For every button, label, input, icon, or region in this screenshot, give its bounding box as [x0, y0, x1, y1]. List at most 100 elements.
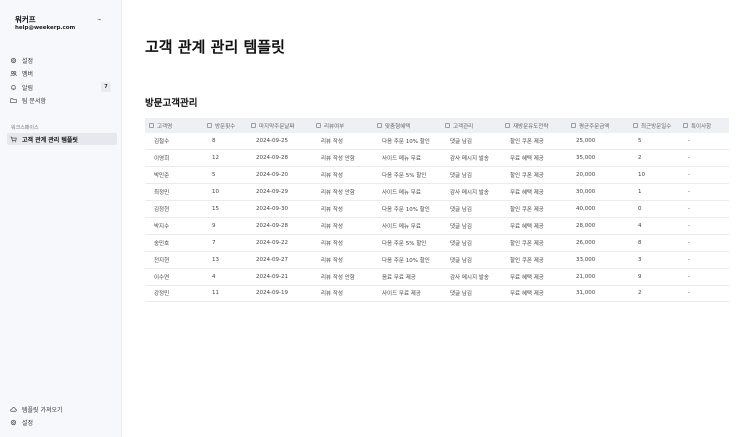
- table-cell[interactable]: 무료 혜택 제공: [501, 217, 567, 234]
- table-cell[interactable]: 리뷰 작성: [312, 251, 373, 268]
- table-cell[interactable]: 할인 쿠폰 제공: [501, 201, 567, 218]
- table-cell[interactable]: 리뷰 작성: [312, 201, 373, 218]
- table-cell[interactable]: 댓글 남김: [441, 201, 501, 218]
- sidebar-item-crm-template[interactable]: 고객 관계 관리 템플릿: [7, 133, 117, 145]
- sidebar-item-import-template[interactable]: 템플릿 가져오기: [10, 403, 114, 415]
- table-cell[interactable]: 할인 쿠폰 제공: [501, 234, 567, 251]
- table-cell[interactable]: 김철수: [145, 133, 203, 150]
- table-cell[interactable]: -: [679, 268, 729, 285]
- table-cell[interactable]: 2024-09-19: [247, 285, 312, 302]
- table-cell[interactable]: 다음 주문 5% 할인: [373, 167, 441, 184]
- table-cell[interactable]: -: [679, 184, 729, 201]
- table-cell[interactable]: 20,000: [567, 167, 629, 184]
- table-cell[interactable]: 송민호: [145, 234, 203, 251]
- table-cell[interactable]: 댓글 남김: [441, 234, 501, 251]
- table-row[interactable]: 김정현 15 2024-09-30 리뷰 작성 다음 주문 10% 할인 댓글 남김 할인 …: [145, 201, 729, 218]
- table-cell[interactable]: 5: [203, 167, 247, 184]
- table-cell[interactable]: 댓글 남김: [441, 133, 501, 150]
- table-cell[interactable]: 다음 주문 10% 할인: [373, 251, 441, 268]
- table-row[interactable]: 최정민 10 2024-09-29 리뷰 작성 안함 사이드 메뉴 무료 감사 메시지 발…: [145, 184, 729, 201]
- table-row[interactable]: 이영희 12 2024-09-28 리뷰 작성 안함 사이드 메뉴 무료 감사 메시지 발…: [145, 150, 729, 167]
- table-cell[interactable]: 2024-09-28: [247, 217, 312, 234]
- table-row[interactable]: 박민준 5 2024-09-20 리뷰 작성 다음 주문 5% 할인 댓글 남김 할인 쿠폰…: [145, 167, 729, 184]
- table-cell[interactable]: 이영희: [145, 150, 203, 167]
- table-cell[interactable]: 12: [203, 150, 247, 167]
- table-cell[interactable]: 다음 주문 10% 할인: [373, 133, 441, 150]
- column-header[interactable]: 방문횟수: [203, 118, 247, 133]
- table-cell[interactable]: 3: [629, 251, 679, 268]
- table-cell[interactable]: -: [679, 217, 729, 234]
- table-cell[interactable]: 리뷰 작성: [312, 133, 373, 150]
- table-cell[interactable]: 10: [629, 167, 679, 184]
- table-cell[interactable]: 2024-09-30: [247, 201, 312, 218]
- table-cell[interactable]: 40,000: [567, 201, 629, 218]
- table-cell[interactable]: 8: [629, 234, 679, 251]
- sidebar-item-bottom-settings[interactable]: 설정: [10, 416, 114, 428]
- table-cell[interactable]: 사이드 메뉴 무료: [373, 217, 441, 234]
- table-cell[interactable]: 35,000: [567, 150, 629, 167]
- sidebar-item-settings[interactable]: 설정: [10, 54, 114, 66]
- table-cell[interactable]: 무료 혜택 제공: [501, 268, 567, 285]
- table-cell[interactable]: 다음 주문 10% 할인: [373, 201, 441, 218]
- sidebar-item-notifications[interactable]: 알림 7: [10, 81, 114, 93]
- table-cell[interactable]: 15: [203, 201, 247, 218]
- table-cell[interactable]: 감사 메시지 발송: [441, 150, 501, 167]
- table-row[interactable]: 송민호 7 2024-09-22 리뷰 작성 다음 주문 5% 할인 댓글 남김 할인 쿠폰…: [145, 234, 729, 252]
- column-header[interactable]: 고객관리: [441, 118, 501, 133]
- column-header[interactable]: 특이사항: [679, 118, 729, 133]
- table-cell[interactable]: 할인 쿠폰 제공: [501, 133, 567, 150]
- table-cell[interactable]: 1: [629, 184, 679, 201]
- column-header[interactable]: 리뷰여부: [312, 118, 373, 133]
- table-cell[interactable]: -: [679, 201, 729, 218]
- table-cell[interactable]: 이수연: [145, 268, 203, 285]
- table-cell[interactable]: 강정민: [145, 285, 203, 302]
- table-cell[interactable]: 사이드 메뉴 무료: [373, 184, 441, 201]
- table-cell[interactable]: 26,000: [567, 234, 629, 251]
- table-cell[interactable]: 11: [203, 285, 247, 302]
- table-cell[interactable]: 9: [203, 217, 247, 234]
- table-cell[interactable]: 무료 혜택 제공: [501, 184, 567, 201]
- table-cell[interactable]: 할인 쿠폰 제공: [501, 251, 567, 268]
- table-cell[interactable]: 2024-09-25: [247, 133, 312, 150]
- table-row[interactable]: 이수연 4 2024-09-21 리뷰 작성 안함 음료 무료 제공 감사 메시지 발송 무…: [145, 268, 729, 286]
- table-cell[interactable]: -: [679, 251, 729, 268]
- table-cell[interactable]: 사이드 무료 제공: [373, 285, 441, 302]
- more-options-icon[interactable]: ···: [97, 16, 102, 24]
- table-cell[interactable]: 2: [629, 150, 679, 167]
- sidebar-item-team-docs[interactable]: 팀 문서함: [10, 95, 114, 107]
- table-cell[interactable]: 댓글 남김: [441, 167, 501, 184]
- table-cell[interactable]: 사이드 메뉴 무료: [373, 150, 441, 167]
- table-cell[interactable]: -: [679, 167, 729, 184]
- table-cell[interactable]: 전지현: [145, 251, 203, 268]
- table-cell[interactable]: 33,000: [567, 251, 629, 268]
- table-cell[interactable]: 할인 쿠폰 제공: [501, 167, 567, 184]
- table-cell[interactable]: 감사 메시지 발송: [441, 268, 501, 285]
- table-cell[interactable]: 2024-09-21: [247, 268, 312, 285]
- table-cell[interactable]: 30,000: [567, 184, 629, 201]
- table-cell[interactable]: 리뷰 작성: [312, 217, 373, 234]
- table-cell[interactable]: 2024-09-29: [247, 184, 312, 201]
- table-cell[interactable]: 21,000: [567, 268, 629, 285]
- table-cell[interactable]: 28,000: [567, 217, 629, 234]
- table-cell[interactable]: 4: [629, 217, 679, 234]
- table-cell[interactable]: 9: [629, 268, 679, 285]
- sidebar-item-members[interactable]: 멤버: [10, 68, 114, 80]
- table-cell[interactable]: 25,000: [567, 133, 629, 150]
- table-cell[interactable]: 무료 혜택 제공: [501, 150, 567, 167]
- table-cell[interactable]: 최정민: [145, 184, 203, 201]
- table-cell[interactable]: 2024-09-27: [247, 251, 312, 268]
- table-cell[interactable]: 2024-09-20: [247, 167, 312, 184]
- table-cell[interactable]: 음료 무료 제공: [373, 268, 441, 285]
- table-cell[interactable]: 감사 메시지 발송: [441, 184, 501, 201]
- table-cell[interactable]: 리뷰 작성: [312, 167, 373, 184]
- table-cell[interactable]: 리뷰 작성 안함: [312, 150, 373, 167]
- column-header[interactable]: 재방문유도전략: [501, 118, 567, 133]
- table-row[interactable]: 강정민 11 2024-09-19 리뷰 작성 사이드 무료 제공 댓글 남김 무료 혜택 …: [145, 285, 729, 302]
- column-header[interactable]: 최근방문일수: [629, 118, 679, 133]
- table-cell[interactable]: 댓글 남김: [441, 217, 501, 234]
- column-header[interactable]: 맞춤형혜택: [373, 118, 441, 133]
- workspace-name[interactable]: 워커프: [15, 14, 36, 25]
- table-row[interactable]: 전지현 13 2024-09-27 리뷰 작성 다음 주문 10% 할인 댓글 남김 할인 …: [145, 251, 729, 269]
- table-cell[interactable]: 다음 주문 5% 할인: [373, 234, 441, 251]
- table-cell[interactable]: 리뷰 작성 안함: [312, 268, 373, 285]
